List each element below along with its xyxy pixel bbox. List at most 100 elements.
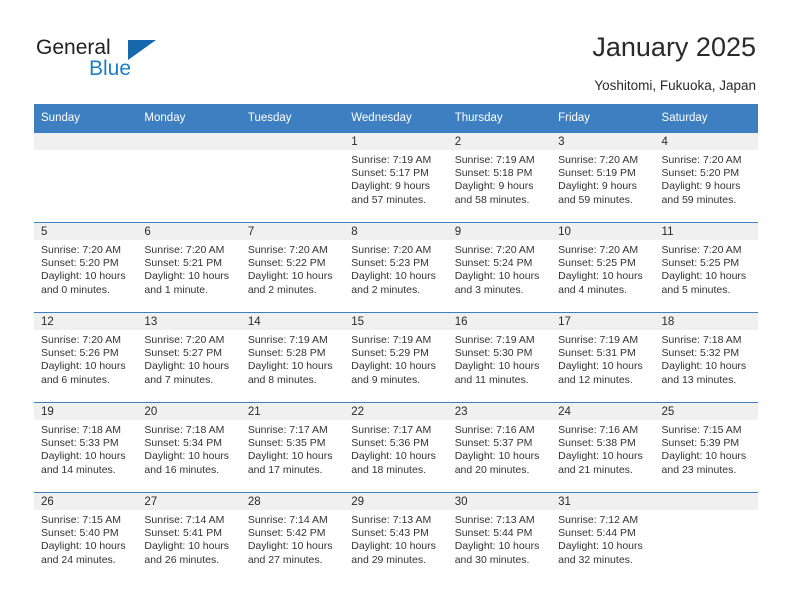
calendar-day-cell[interactable]: 11 Sunrise: 7:20 AM Sunset: 5:25 PM Dayligh…: [654, 222, 758, 313]
calendar-day-cell[interactable]: 13 Sunrise: 7:20 AM Sunset: 5:27 PM Dayligh…: [137, 312, 241, 403]
calendar-day-cell[interactable]: 24 Sunrise: 7:16 AM Sunset: 5:38 PM Dayligh…: [551, 402, 655, 493]
calendar-day-cell[interactable]: 23 Sunrise: 7:16 AM Sunset: 5:37 PM Dayligh…: [447, 402, 552, 493]
sunrise-text: Sunrise: 7:16 AM: [558, 424, 639, 436]
calendar-day-cell[interactable]: 7 Sunrise: 7:20 AM Sunset: 5:22 PM Daylight…: [240, 222, 345, 313]
calendar-day-cell[interactable]: 9 Sunrise: 7:20 AM Sunset: 5:24 PM Daylight…: [447, 222, 552, 313]
day-number: 29: [344, 493, 448, 510]
day-details: Sunrise: 7:18 AM Sunset: 5:34 PM Daylight:…: [137, 420, 240, 477]
page-header: General Blue January 2025 Yoshitomi, Fuk…: [0, 0, 792, 103]
daylight-text: Daylight: 10 hours: [454, 360, 540, 373]
weekday-header-friday: Friday: [551, 104, 655, 133]
day-details: [137, 150, 240, 154]
day-number: 27: [137, 493, 241, 510]
calendar-day-cell[interactable]: 28 Sunrise: 7:14 AM Sunset: 5:42 PM Dayligh…: [240, 492, 345, 582]
calendar-day-cell-empty: [34, 132, 138, 223]
sunrise-text: Sunrise: 7:12 AM: [558, 514, 639, 526]
calendar-day-cell[interactable]: 30 Sunrise: 7:13 AM Sunset: 5:44 PM Dayligh…: [447, 492, 552, 582]
calendar-day-cell-empty: [137, 132, 241, 223]
calendar-day-cell[interactable]: 15 Sunrise: 7:19 AM Sunset: 5:29 PM Dayligh…: [344, 312, 448, 403]
sunrise-text: Sunrise: 7:20 AM: [144, 244, 225, 256]
day-number: 1: [344, 133, 448, 150]
calendar-day-cell[interactable]: 31 Sunrise: 7:12 AM Sunset: 5:44 PM Dayligh…: [551, 492, 655, 582]
day-details: Sunrise: 7:18 AM Sunset: 5:33 PM Daylight:…: [34, 420, 137, 477]
calendar-day-cell[interactable]: 4 Sunrise: 7:20 AM Sunset: 5:20 PM Daylight…: [654, 132, 758, 223]
day-details: Sunrise: 7:19 AM Sunset: 5:17 PM Daylight:…: [344, 150, 447, 207]
daylight-text: and 13 minutes.: [661, 373, 737, 386]
calendar-week-row: 5 Sunrise: 7:20 AM Sunset: 5:20 PM Daylight…: [34, 222, 758, 313]
calendar-page: General Blue January 2025 Yoshitomi, Fuk…: [0, 0, 792, 612]
calendar-day-cell[interactable]: 2 Sunrise: 7:19 AM Sunset: 5:18 PM Daylight…: [447, 132, 552, 223]
calendar-day-cell[interactable]: 8 Sunrise: 7:20 AM Sunset: 5:23 PM Daylight…: [344, 222, 448, 313]
calendar-day-cell[interactable]: 10 Sunrise: 7:20 AM Sunset: 5:25 PM Dayligh…: [551, 222, 655, 313]
daylight-text: Daylight: 10 hours: [351, 270, 436, 283]
day-number: 10: [551, 223, 655, 240]
sunrise-text: Sunrise: 7:19 AM: [454, 154, 535, 166]
calendar-day-cell[interactable]: 29 Sunrise: 7:13 AM Sunset: 5:43 PM Dayligh…: [344, 492, 448, 582]
daylight-text: Daylight: 10 hours: [41, 360, 126, 373]
calendar-day-cell[interactable]: 27 Sunrise: 7:14 AM Sunset: 5:41 PM Dayligh…: [137, 492, 241, 582]
day-number: [34, 133, 138, 150]
calendar-day-cell[interactable]: 26 Sunrise: 7:15 AM Sunset: 5:40 PM Dayligh…: [34, 492, 138, 582]
calendar-day-cell[interactable]: 12 Sunrise: 7:20 AM Sunset: 5:26 PM Dayligh…: [34, 312, 138, 403]
sunset-text: Sunset: 5:23 PM: [351, 257, 429, 270]
day-number: 19: [34, 403, 138, 420]
calendar-day-cell[interactable]: 22 Sunrise: 7:17 AM Sunset: 5:36 PM Dayligh…: [344, 402, 448, 493]
calendar-day-cell[interactable]: 17 Sunrise: 7:19 AM Sunset: 5:31 PM Dayligh…: [551, 312, 655, 403]
daylight-text: and 32 minutes.: [558, 553, 633, 566]
day-details: Sunrise: 7:14 AM Sunset: 5:41 PM Daylight:…: [137, 510, 240, 567]
calendar-day-cell[interactable]: 1 Sunrise: 7:19 AM Sunset: 5:17 PM Daylight…: [344, 132, 448, 223]
day-number: 30: [447, 493, 552, 510]
sunrise-text: Sunrise: 7:18 AM: [661, 334, 742, 346]
day-details: Sunrise: 7:19 AM Sunset: 5:18 PM Daylight:…: [448, 150, 551, 207]
sunrise-text: Sunrise: 7:20 AM: [144, 334, 225, 346]
sunrise-text: Sunrise: 7:20 AM: [247, 244, 328, 256]
calendar-day-cell[interactable]: 25 Sunrise: 7:15 AM Sunset: 5:39 PM Dayligh…: [654, 402, 758, 493]
calendar-day-cell[interactable]: 20 Sunrise: 7:18 AM Sunset: 5:34 PM Dayligh…: [137, 402, 241, 493]
daylight-text: and 5 minutes.: [661, 283, 731, 296]
day-details: Sunrise: 7:13 AM Sunset: 5:43 PM Daylight:…: [344, 510, 447, 567]
sunset-text: Sunset: 5:33 PM: [41, 437, 119, 450]
calendar-day-cell[interactable]: 6 Sunrise: 7:20 AM Sunset: 5:21 PM Daylight…: [137, 222, 241, 313]
calendar-day-cell[interactable]: 3 Sunrise: 7:20 AM Sunset: 5:19 PM Daylight…: [551, 132, 655, 223]
daylight-text: and 26 minutes.: [144, 553, 220, 566]
day-number: 18: [654, 313, 758, 330]
daylight-text: Daylight: 10 hours: [247, 540, 333, 553]
day-details: Sunrise: 7:14 AM Sunset: 5:42 PM Daylight:…: [241, 510, 344, 567]
sunrise-text: Sunrise: 7:14 AM: [247, 514, 328, 526]
sunrise-text: Sunrise: 7:15 AM: [661, 424, 742, 436]
daylight-text: Daylight: 10 hours: [661, 450, 747, 463]
day-details: Sunrise: 7:17 AM Sunset: 5:35 PM Daylight:…: [241, 420, 344, 477]
sunrise-text: Sunrise: 7:18 AM: [144, 424, 225, 436]
sunset-text: Sunset: 5:27 PM: [144, 347, 223, 360]
daylight-text: Daylight: 10 hours: [558, 360, 643, 373]
day-number: 8: [344, 223, 448, 240]
calendar-day-cell[interactable]: 18 Sunrise: 7:18 AM Sunset: 5:32 PM Dayligh…: [654, 312, 758, 403]
calendar-day-cell[interactable]: 14 Sunrise: 7:19 AM Sunset: 5:28 PM Dayligh…: [240, 312, 345, 403]
calendar-day-cell[interactable]: 19 Sunrise: 7:18 AM Sunset: 5:33 PM Dayligh…: [34, 402, 138, 493]
day-details: Sunrise: 7:19 AM Sunset: 5:30 PM Daylight:…: [448, 330, 551, 387]
day-details: Sunrise: 7:15 AM Sunset: 5:40 PM Daylight:…: [34, 510, 137, 567]
daylight-text: Daylight: 10 hours: [41, 270, 126, 283]
sunset-text: Sunset: 5:44 PM: [558, 527, 636, 540]
daylight-text: and 27 minutes.: [247, 553, 323, 566]
day-details: Sunrise: 7:18 AM Sunset: 5:32 PM Daylight:…: [655, 330, 758, 387]
weekday-header-thursday: Thursday: [447, 104, 552, 133]
daylight-text: Daylight: 10 hours: [558, 450, 643, 463]
sunset-text: Sunset: 5:29 PM: [351, 347, 429, 360]
day-number: 22: [344, 403, 448, 420]
calendar-day-cell[interactable]: 5 Sunrise: 7:20 AM Sunset: 5:20 PM Daylight…: [34, 222, 138, 313]
generalblue-logo[interactable]: General Blue: [36, 36, 236, 86]
calendar-day-cell[interactable]: 16 Sunrise: 7:19 AM Sunset: 5:30 PM Dayligh…: [447, 312, 552, 403]
sunrise-text: Sunrise: 7:17 AM: [351, 424, 432, 436]
day-number: 21: [240, 403, 345, 420]
daylight-text: Daylight: 10 hours: [41, 450, 126, 463]
sunrise-text: Sunrise: 7:20 AM: [558, 154, 639, 166]
day-details: Sunrise: 7:20 AM Sunset: 5:24 PM Daylight:…: [448, 240, 551, 297]
daylight-text: and 2 minutes.: [247, 283, 317, 296]
sunset-text: Sunset: 5:31 PM: [558, 347, 636, 360]
sunrise-text: Sunrise: 7:17 AM: [247, 424, 328, 436]
day-number: [240, 133, 345, 150]
sunset-text: Sunset: 5:17 PM: [351, 167, 429, 180]
calendar-day-cell[interactable]: 21 Sunrise: 7:17 AM Sunset: 5:35 PM Dayligh…: [240, 402, 345, 493]
day-number: 12: [34, 313, 138, 330]
